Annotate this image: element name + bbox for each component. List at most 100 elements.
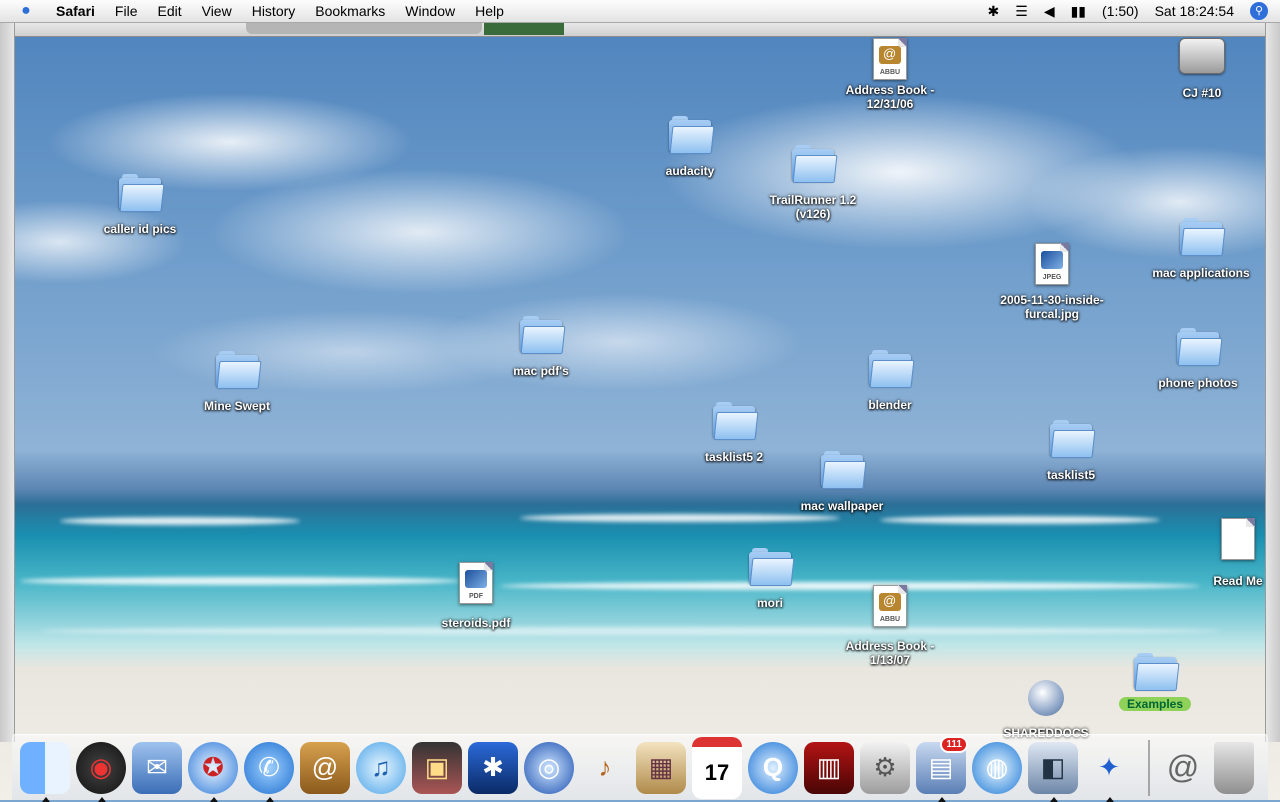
desktop-icon-blender[interactable]: blender — [820, 350, 960, 412]
battery-icon[interactable]: ▮▮ — [1071, 3, 1086, 20]
pdf-file-icon: PDF — [459, 562, 493, 604]
desktop-icon-trailrunner[interactable]: TrailRunner 1.2 (v126) — [743, 145, 883, 221]
folder-icon — [1050, 420, 1096, 458]
preview-icon[interactable]: ◧ — [1028, 741, 1078, 802]
imovie-icon[interactable]: ✱ — [468, 741, 518, 794]
desktop-icon-caller-id-pics[interactable]: caller id pics — [70, 174, 210, 236]
desktop-icon-phone-photos[interactable]: phone photos — [1128, 328, 1268, 390]
folder-icon — [792, 145, 838, 183]
mail-icon[interactable]: ✉ — [132, 741, 182, 794]
wifi-icon[interactable]: ☰ — [1015, 3, 1028, 20]
folder-icon — [1134, 653, 1180, 691]
menu-file[interactable]: File — [105, 0, 148, 22]
desktop-icon-shareddocs[interactable]: SHAREDDOCS — [976, 680, 1116, 740]
window-left-edge — [0, 22, 15, 742]
icon-label: caller id pics — [103, 222, 177, 236]
desktop-icon-jpeg-file[interactable]: JPEG 2005-11-30-inside- furcal.jpg — [982, 243, 1122, 321]
folder-icon — [869, 350, 915, 388]
mail-at-stack-icon[interactable]: @ — [1158, 742, 1208, 794]
garageband-icon[interactable]: ♪ — [580, 742, 630, 794]
desktop-icon-audacity[interactable]: audacity — [620, 116, 760, 178]
iphoto-icon[interactable]: ▣ — [412, 741, 462, 794]
folder-icon — [669, 116, 715, 154]
icon-label: mac wallpaper — [800, 499, 884, 513]
jpeg-file-icon: JPEG — [1035, 243, 1069, 285]
folder-icon — [821, 451, 867, 489]
icon-label: tasklist5 — [1046, 468, 1096, 482]
desktop-icon-mac-applications[interactable]: mac applications — [1131, 218, 1271, 280]
icon-label: Read Me — [1213, 574, 1263, 588]
icon-label: Mine Swept — [203, 399, 270, 413]
front-row-icon[interactable]: ▥ — [804, 741, 854, 794]
notification-badge: 111 — [940, 735, 968, 753]
address-book-archive-icon: ABBU — [873, 38, 907, 80]
folder-icon — [119, 174, 165, 212]
desktop-icon-read-me[interactable]: Read Me — [1168, 518, 1280, 588]
desktop-icon-mac-pdfs[interactable]: mac pdf's — [471, 316, 611, 378]
spotlight-icon[interactable]: ⚲ — [1250, 2, 1268, 20]
menu-extras: ✱ ☰ ◀ ▮▮ (1:50) Sat 18:24:54 ⚲ — [980, 0, 1280, 22]
folder-icon — [749, 548, 795, 586]
desktop-icon-mine-swept[interactable]: Mine Swept — [167, 351, 307, 413]
desktop-icon-address-book-2[interactable]: ABBU Address Book - 1/13/07 — [820, 585, 960, 667]
menu-app-name[interactable]: Safari — [46, 0, 105, 22]
icon-label: mac applications — [1152, 266, 1250, 280]
desktop-icon-cj-10[interactable]: CJ #10 — [1132, 38, 1272, 100]
folder-icon — [713, 402, 759, 440]
itunes-icon[interactable]: ♫ — [356, 741, 406, 794]
icon-label: mori — [756, 596, 783, 610]
icon-label: mac pdf's — [513, 364, 569, 378]
icon-label: 2005-11-30-inside- furcal.jpg — [1000, 293, 1104, 321]
desktop-icon-mori[interactable]: mori — [700, 548, 840, 610]
icon-label: Address Book - 12/31/06 — [845, 83, 935, 111]
menu-edit[interactable]: Edit — [147, 0, 191, 22]
volume-icon[interactable]: ◀ — [1044, 3, 1055, 20]
document-icon — [1221, 518, 1255, 560]
folder-icon — [216, 351, 262, 389]
desktop-icon-address-book-1[interactable]: ABBU Address Book - 12/31/06 — [820, 38, 960, 111]
dock-app-badged-icon[interactable]: ▤ 111 — [916, 735, 968, 802]
folder-icon — [1180, 218, 1226, 256]
bluetooth-icon[interactable]: ✱ — [988, 3, 1000, 20]
address-book-icon[interactable]: @ — [300, 741, 350, 794]
desktop-icon-mac-wallpaper[interactable]: mac wallpaper — [772, 451, 912, 513]
icon-label: TrailRunner 1.2 (v126) — [769, 193, 857, 221]
icon-label: audacity — [665, 164, 715, 178]
desktop-icon-steroids-pdf[interactable]: PDF steroids.pdf — [406, 562, 546, 630]
network-volume-icon — [1028, 680, 1064, 716]
desktop-icon-tasklist5[interactable]: tasklist5 — [1001, 420, 1141, 482]
quicktime-icon[interactable]: Q — [748, 741, 798, 794]
dashboard-icon[interactable]: ◉ — [76, 741, 126, 802]
ichat-icon[interactable]: ✆ — [244, 741, 294, 802]
menu-view[interactable]: View — [192, 0, 242, 22]
icon-label: steroids.pdf — [441, 616, 511, 630]
finder-icon[interactable] — [20, 741, 70, 802]
menu-window[interactable]: Window — [395, 0, 465, 22]
icon-label: tasklist5 2 — [704, 450, 764, 464]
safari-window-edge — [14, 22, 1266, 37]
dock-separator — [1148, 739, 1150, 796]
icon-label: Examples — [1118, 697, 1192, 711]
icon-label: blender — [868, 398, 912, 412]
menu-bar: ● Safari File Edit View History Bookmark… — [0, 0, 1280, 23]
menu-clock[interactable]: Sat 18:24:54 — [1155, 3, 1234, 19]
folder-icon — [520, 316, 566, 354]
icon-label: CJ #10 — [1182, 86, 1222, 100]
menu-help[interactable]: Help — [465, 0, 514, 22]
trash-icon[interactable] — [1214, 741, 1254, 794]
hard-drive-icon — [1179, 38, 1225, 74]
system-preferences-icon[interactable]: ⚙ — [860, 741, 910, 794]
bluetooth-file-exchange-icon[interactable]: ✦ — [1084, 742, 1134, 802]
ical-icon[interactable]: 17 — [692, 736, 742, 799]
folder-icon — [1177, 328, 1223, 366]
idvd-icon[interactable]: ◎ — [524, 741, 574, 794]
apple-icon[interactable]: ● — [16, 2, 36, 20]
safari-icon[interactable]: ✪ — [188, 741, 238, 802]
menu-bookmarks[interactable]: Bookmarks — [305, 0, 395, 22]
battery-time[interactable]: (1:50) — [1102, 3, 1139, 19]
menu-history[interactable]: History — [242, 0, 306, 22]
address-book-archive-icon: ABBU — [873, 585, 907, 627]
icon-label: phone photos — [1158, 376, 1238, 390]
network-globe-icon[interactable]: ◍ — [972, 741, 1022, 794]
iweb-icon[interactable]: ▦ — [636, 741, 686, 794]
